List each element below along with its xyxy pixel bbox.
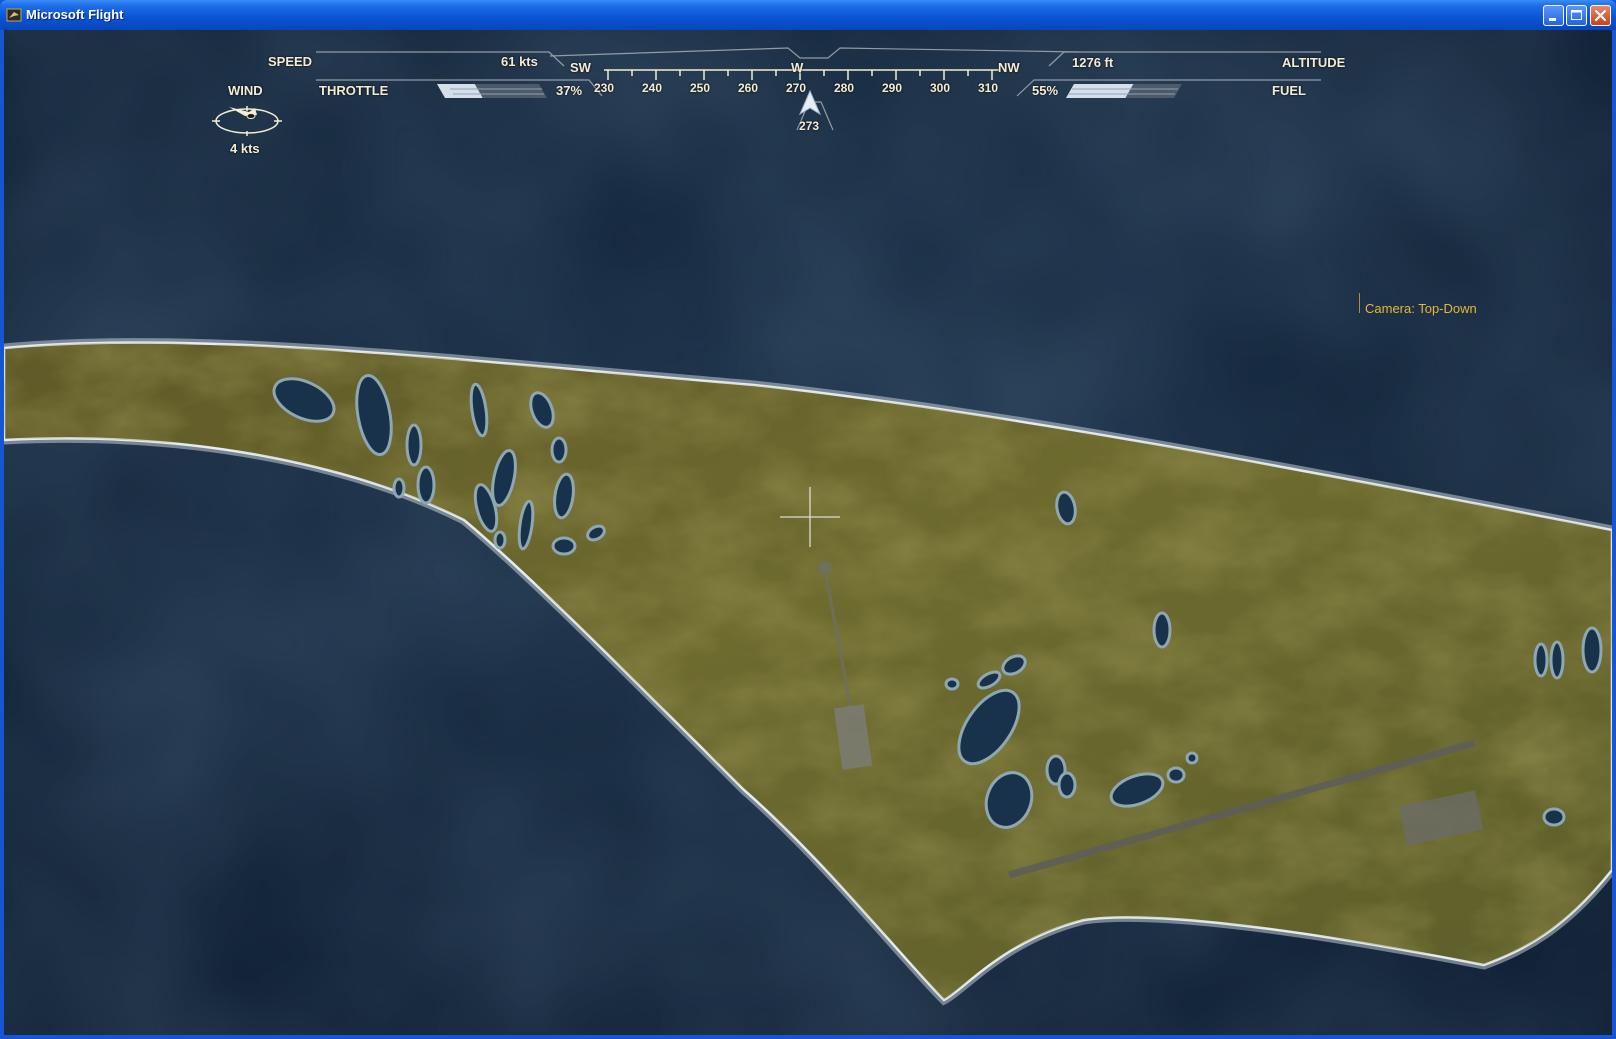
camera-mode-label: Camera: Top-Down: [1365, 301, 1477, 316]
maximize-icon: [1571, 10, 1582, 20]
fuel-value: 55%: [1032, 83, 1059, 98]
compass-tick-label: 260: [738, 81, 759, 95]
compass-tick-label: 310: [978, 81, 999, 95]
camera-indicator-bar: [1359, 293, 1360, 313]
altitude-value: 1276 ft: [1072, 55, 1114, 70]
speed-label: SPEED: [268, 54, 313, 69]
app-window: Microsoft Flight SPEED 61 kts WIND THROT…: [0, 0, 1616, 1039]
speed-value: 61 kts: [501, 54, 538, 69]
heading-value: 273: [799, 119, 820, 133]
altitude-label: ALTITUDE: [1282, 55, 1346, 70]
throttle-label: THROTTLE: [319, 83, 389, 98]
compass-tick-label: 280: [834, 81, 855, 95]
compass-tick-label: 250: [690, 81, 711, 95]
fuel-label: FUEL: [1272, 83, 1306, 98]
window-title: Microsoft Flight: [26, 7, 124, 22]
compass-tick-label: 290: [882, 81, 903, 95]
terrain-map: [4, 30, 1612, 1035]
title-bar[interactable]: Microsoft Flight: [0, 0, 1616, 30]
wind-speed-value: 4 kts: [230, 141, 260, 156]
compass-tick-label: 300: [930, 81, 951, 95]
wind-label: WIND: [228, 83, 263, 98]
compass-tick-label: 270: [786, 81, 807, 95]
minimize-icon: [1549, 18, 1556, 21]
throttle-value: 37%: [556, 83, 583, 98]
flight-app-icon: [6, 8, 22, 22]
maximize-button[interactable]: [1566, 5, 1587, 26]
close-icon: [1594, 9, 1607, 22]
compass-cardinal-w: W: [791, 60, 804, 75]
compass-tick-label: 230: [594, 81, 615, 95]
fuel-gauge: [1066, 84, 1182, 98]
flight-viewport[interactable]: SPEED 61 kts WIND THROTTLE 37% 4 kts SW …: [4, 30, 1612, 1035]
throttle-gauge: [437, 84, 547, 98]
close-button[interactable]: [1590, 5, 1611, 26]
compass-cardinal-sw: SW: [570, 60, 591, 75]
minimize-button[interactable]: [1543, 5, 1564, 26]
compass-tick-label: 240: [642, 81, 663, 95]
compass-cardinal-nw: NW: [998, 60, 1020, 75]
